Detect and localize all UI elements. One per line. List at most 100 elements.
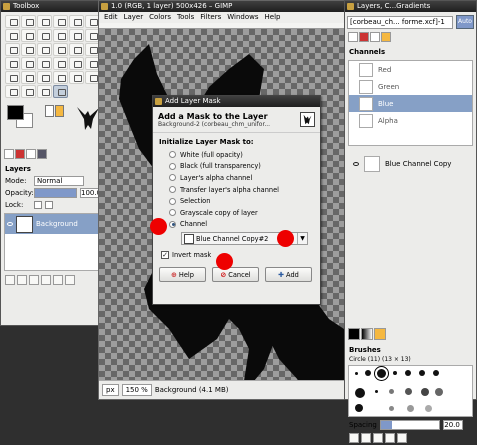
radio-button[interactable] — [169, 197, 176, 205]
brush-grid[interactable] — [348, 365, 473, 417]
lock-alpha-checkbox[interactable] — [45, 201, 53, 209]
anchor-layer-icon[interactable] — [53, 275, 63, 285]
channels-tab-icon[interactable] — [359, 32, 369, 42]
perspective-clone-tool-icon[interactable] — [5, 85, 20, 98]
dock-titlebar[interactable]: Layers, C...Gradients — [345, 1, 476, 12]
paintbrush-tool-icon[interactable] — [5, 71, 20, 84]
zoom-tool-icon[interactable] — [53, 29, 68, 42]
dodge-burn-tool-icon[interactable] — [53, 85, 68, 98]
visibility-eye-icon[interactable] — [7, 222, 13, 226]
radio-button-selected[interactable] — [169, 220, 176, 228]
paths-tab-icon[interactable] — [370, 32, 380, 42]
lower-layer-icon[interactable] — [29, 275, 39, 285]
layers-tab-icon[interactable] — [348, 32, 358, 42]
option-black[interactable]: Black (full transparency) — [153, 161, 320, 173]
brush-item[interactable] — [393, 371, 397, 375]
new-layer-icon[interactable] — [5, 275, 15, 285]
image-titlebar[interactable]: 1.0 (RGB, 1 layer) 500x426 – GIMP — [99, 1, 344, 12]
menu-windows[interactable]: Windows — [227, 12, 258, 23]
flip-tool-icon[interactable] — [5, 57, 20, 70]
brush-item[interactable] — [425, 405, 432, 412]
crop-tool-icon[interactable] — [21, 43, 36, 56]
foreground-color-swatch[interactable] — [7, 105, 24, 120]
zoom-select[interactable]: 150 % — [121, 384, 152, 396]
brush-item[interactable] — [419, 370, 425, 376]
radio-button[interactable] — [169, 162, 176, 170]
delete-layer-icon[interactable] — [65, 275, 75, 285]
eraser-tool-icon[interactable] — [21, 71, 36, 84]
duplicate-brush-icon[interactable] — [373, 433, 383, 443]
chevron-down-icon[interactable]: ▼ — [297, 233, 307, 245]
radio-button[interactable] — [169, 186, 176, 194]
brush-item[interactable] — [405, 388, 412, 395]
measure-tool-icon[interactable] — [69, 29, 84, 42]
brush-item[interactable] — [355, 388, 365, 398]
brush-item[interactable] — [389, 389, 394, 394]
unit-select[interactable]: px — [102, 384, 119, 396]
brush-item[interactable] — [374, 366, 389, 381]
gradient-indicator-icon[interactable] — [55, 105, 64, 117]
menu-colors[interactable]: Colors — [149, 12, 171, 23]
saved-channel-row[interactable]: Blue Channel Copy — [345, 148, 476, 172]
pattern-tab-icon[interactable] — [374, 328, 386, 340]
ellipse-select-tool-icon[interactable] — [21, 15, 36, 28]
option-grayscale[interactable]: Grayscale copy of layer — [153, 207, 320, 219]
help-button[interactable]: ⊕ Help — [159, 267, 206, 283]
invert-mask-checkbox[interactable]: ✓ — [161, 251, 169, 260]
color-select-tool-icon[interactable] — [69, 15, 84, 28]
option-channel[interactable]: Channel — [153, 219, 320, 231]
brush-item[interactable] — [407, 405, 414, 412]
add-button[interactable]: ✚ Add — [265, 267, 312, 283]
channel-row-red[interactable]: Red — [349, 61, 472, 78]
spacing-spinbox[interactable]: 20.0 — [442, 420, 463, 430]
opacity-slider[interactable] — [34, 188, 77, 198]
rotate-tool-icon[interactable] — [37, 43, 52, 56]
channel-row-blue[interactable]: Blue — [349, 95, 472, 112]
lock-pixels-checkbox[interactable] — [34, 201, 42, 209]
images-tab-icon[interactable] — [37, 149, 47, 159]
brush-tab-icon[interactable] — [348, 328, 360, 340]
shear-tool-icon[interactable] — [69, 43, 84, 56]
raise-layer-icon[interactable] — [17, 275, 27, 285]
blur-tool-icon[interactable] — [21, 85, 36, 98]
bucket-fill-tool-icon[interactable] — [53, 57, 68, 70]
airbrush-tool-icon[interactable] — [37, 71, 52, 84]
duplicate-layer-icon[interactable] — [41, 275, 51, 285]
invert-mask-row[interactable]: ✓ Invert mask — [153, 245, 320, 265]
ink-tool-icon[interactable] — [53, 71, 68, 84]
brush-item[interactable] — [355, 372, 358, 375]
fuzzy-select-tool-icon[interactable] — [53, 15, 68, 28]
align-tool-icon[interactable] — [5, 43, 20, 56]
foreground-select-tool-icon[interactable] — [5, 29, 20, 42]
free-select-tool-icon[interactable] — [37, 15, 52, 28]
radio-button[interactable] — [169, 151, 176, 159]
radio-button[interactable] — [169, 209, 176, 217]
toolbox-titlebar[interactable]: Toolbox — [1, 1, 104, 12]
channel-row-alpha[interactable]: Alpha — [349, 112, 472, 129]
blend-tool-icon[interactable] — [69, 57, 84, 70]
brush-indicator-icon[interactable] — [45, 105, 54, 117]
opacity-spinbox[interactable]: 100.0 — [80, 188, 101, 198]
gradient-tab-icon[interactable] — [361, 328, 373, 340]
image-selector[interactable]: [corbeau_ch... forme.xcf]-1 — [347, 15, 453, 29]
spacing-slider[interactable] — [379, 420, 440, 430]
menu-tools[interactable]: Tools — [177, 12, 194, 23]
rect-select-tool-icon[interactable] — [5, 15, 20, 28]
menu-filters[interactable]: Filters — [200, 12, 221, 23]
brush-item[interactable] — [433, 370, 439, 376]
menu-edit[interactable]: Edit — [104, 12, 118, 23]
mode-select[interactable]: Normal — [34, 176, 84, 186]
device-status-tab-icon[interactable] — [15, 149, 25, 159]
brush-item[interactable] — [435, 388, 443, 396]
delete-brush-icon[interactable] — [385, 433, 395, 443]
option-transfer-alpha[interactable]: Transfer layer's alpha channel — [153, 184, 320, 196]
cancel-button[interactable]: ⊘ Cancel — [212, 267, 259, 283]
refresh-brushes-icon[interactable] — [397, 433, 407, 443]
brush-item[interactable] — [405, 370, 411, 376]
auto-button[interactable]: Auto — [456, 15, 474, 29]
option-white[interactable]: White (full opacity) — [153, 149, 320, 161]
color-picker-tool-icon[interactable] — [37, 29, 52, 42]
new-brush-icon[interactable] — [361, 433, 371, 443]
edit-brush-icon[interactable] — [349, 433, 359, 443]
paths-tool-icon[interactable] — [21, 29, 36, 42]
